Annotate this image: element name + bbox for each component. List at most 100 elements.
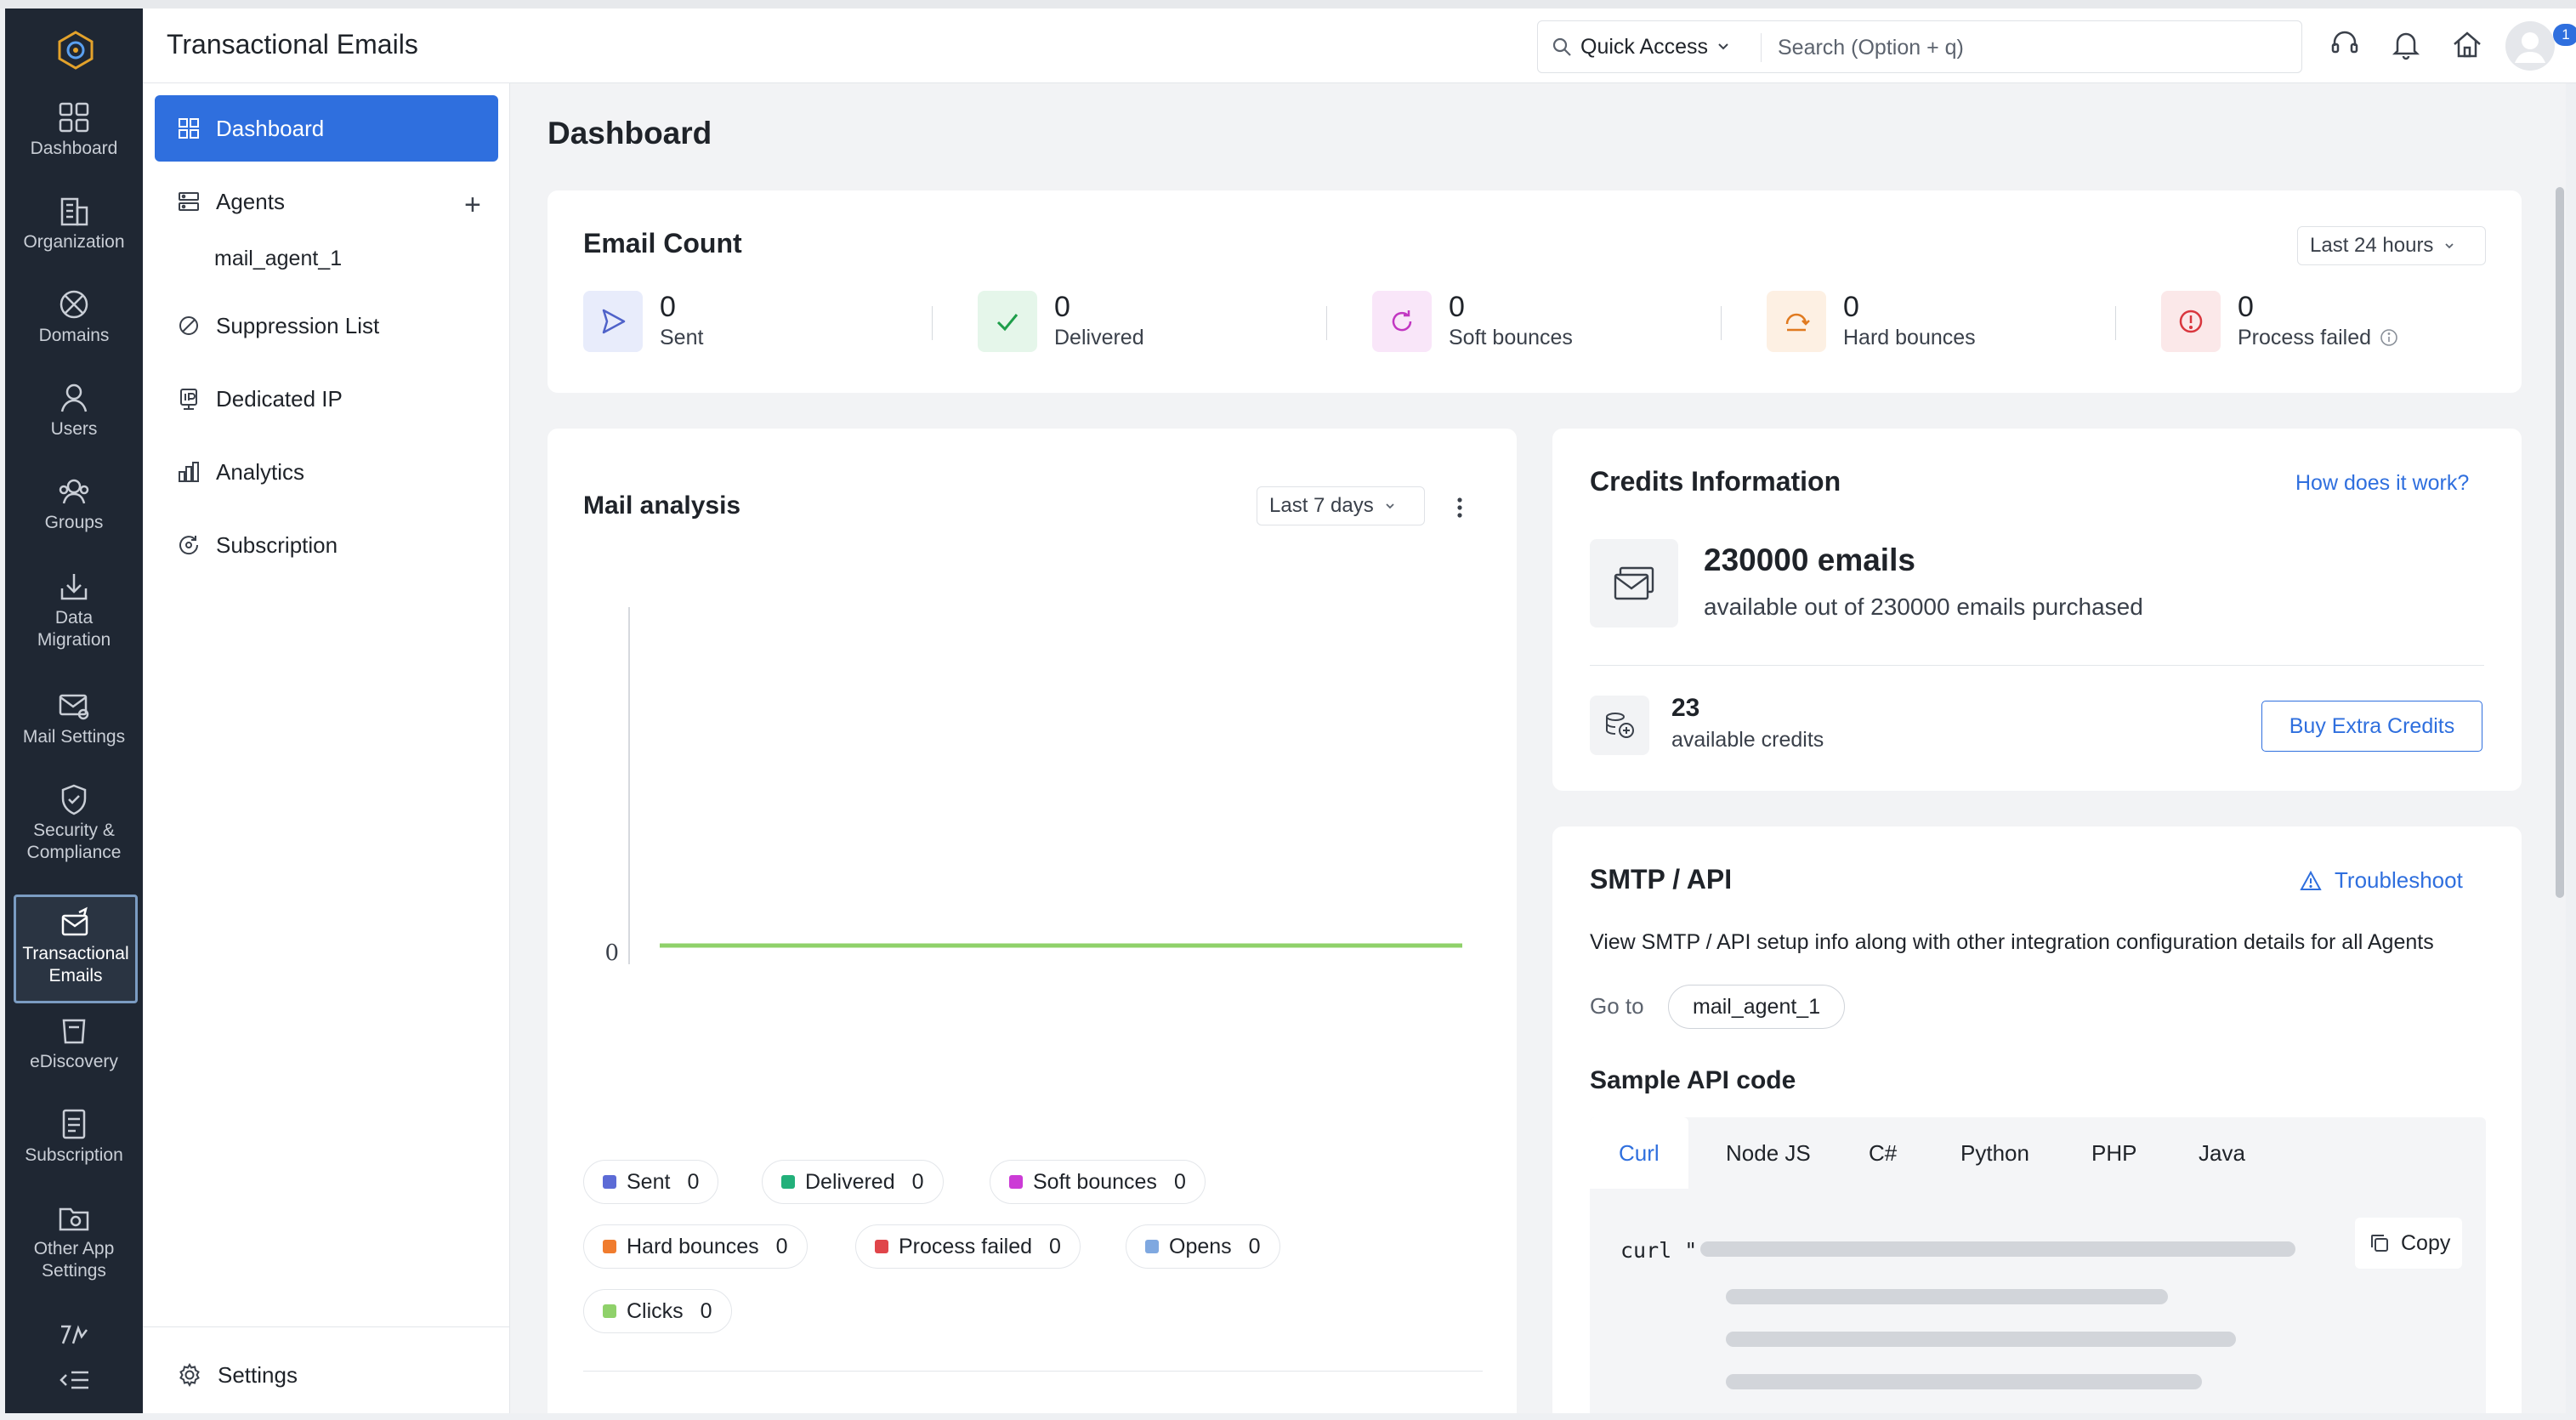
rail-item-other-app-settings[interactable]: Other App Settings xyxy=(5,1201,143,1303)
subnav-settings[interactable]: Settings xyxy=(155,1342,498,1408)
stat-soft-bounces: 0 Soft bounces xyxy=(1372,291,1573,355)
rail-item-domains[interactable]: Domains xyxy=(5,287,143,372)
x-tick-label: 01:59 PM xyxy=(878,962,979,964)
main-scrollbar[interactable] xyxy=(2556,187,2564,898)
rail-item-security[interactable]: Security & Compliance xyxy=(5,782,143,884)
tab-python[interactable]: Python xyxy=(1960,1117,2029,1189)
stat-label: Sent xyxy=(660,326,704,349)
subnav-suppression-list[interactable]: Suppression List xyxy=(155,293,498,359)
rail-item-organization[interactable]: Organization xyxy=(5,194,143,279)
rail-label: Organization xyxy=(23,232,125,252)
tab-nodejs[interactable]: Node JS xyxy=(1726,1117,1811,1189)
rail-item-subscription[interactable]: Subscription xyxy=(5,1107,143,1192)
x-tick-label: 01:59 PM xyxy=(1236,962,1336,964)
legend-name: Process failed xyxy=(899,1234,1033,1258)
redacted-code xyxy=(1726,1332,2236,1347)
mail-analysis-range-dropdown[interactable]: Last 7 days xyxy=(1257,486,1425,525)
redacted-code xyxy=(1700,1241,2295,1257)
troubleshoot-link[interactable]: Troubleshoot xyxy=(2299,867,2463,894)
subnav-dashboard[interactable]: Dashboard xyxy=(155,95,498,162)
legend-opens[interactable]: Opens 0 xyxy=(1126,1224,1280,1269)
app-logo-icon[interactable] xyxy=(56,31,95,70)
emails-available-sub: available out of 230000 emails purchased xyxy=(1704,594,2143,620)
subscription-icon xyxy=(179,536,199,555)
rail-item-transactional-emails[interactable]: Transactional Emails xyxy=(14,895,138,1003)
legend-hard-bounces[interactable]: Hard bounces 0 xyxy=(583,1224,808,1269)
range-label: Last 7 days xyxy=(1269,494,1374,517)
send-icon xyxy=(583,291,643,352)
section-sidebar: Dashboard Agents + mail_agent_1 Suppress… xyxy=(143,83,510,1413)
rail-item-ediscovery[interactable]: eDiscovery xyxy=(5,1014,143,1099)
collapse-rail-icon[interactable] xyxy=(58,1367,92,1393)
legend-delivered[interactable]: Delivered 0 xyxy=(762,1160,944,1204)
legend-clicks[interactable]: Clicks 0 xyxy=(583,1289,732,1333)
info-icon[interactable] xyxy=(2380,328,2398,347)
legend-name: Clicks xyxy=(627,1298,684,1323)
stat-value: 0 xyxy=(2238,291,2254,323)
subnav-agents[interactable]: Agents xyxy=(155,168,498,235)
legend-swatch xyxy=(603,1175,616,1189)
rail-label: Transactional Emails xyxy=(22,944,129,985)
quick-access-dropdown[interactable]: Quick Access xyxy=(1552,21,1730,72)
email-count-card: Email Count Last 24 hours 0 Sent 0 Deliv… xyxy=(548,190,2522,393)
home-icon[interactable] xyxy=(2450,27,2484,61)
app-title: Transactional Emails xyxy=(167,29,418,60)
rail-item-groups[interactable]: Groups xyxy=(5,474,143,559)
stat-value: 0 xyxy=(1843,291,1859,323)
legend-swatch xyxy=(1009,1175,1023,1189)
subnav-dedicated-ip[interactable]: Dedicated IP xyxy=(155,366,498,432)
goto-agent-chip[interactable]: mail_agent_1 xyxy=(1668,985,1846,1029)
tab-java[interactable]: Java xyxy=(2199,1117,2245,1189)
tab-csharp[interactable]: C# xyxy=(1869,1117,1897,1189)
subnav-subscription[interactable]: Subscription xyxy=(155,512,498,578)
chevron-down-icon xyxy=(2445,243,2454,249)
search-input[interactable]: Search (Option + q) xyxy=(1778,36,1964,60)
window-top-strip xyxy=(0,0,2576,9)
subnav-label: Dashboard xyxy=(216,115,325,141)
buy-extra-credits-button[interactable]: Buy Extra Credits xyxy=(2261,701,2482,752)
email-count-range-dropdown[interactable]: Last 24 hours xyxy=(2297,226,2486,265)
legend-process-failed[interactable]: Process failed 0 xyxy=(855,1224,1081,1269)
rail-item-users[interactable]: Users xyxy=(5,381,143,466)
stat-process-failed: 0 Process failed xyxy=(2161,291,2398,355)
search-box[interactable]: Quick Access Search (Option + q) xyxy=(1537,20,2302,73)
server-icon xyxy=(179,192,199,211)
subnav-label: Suppression List xyxy=(216,312,380,338)
main-content: Dashboard Email Count Last 24 hours 0 Se… xyxy=(510,83,2566,1413)
tab-php[interactable]: PHP xyxy=(2091,1117,2136,1189)
more-options-icon[interactable] xyxy=(1449,495,1471,520)
rail-item-data-migration[interactable]: Data Migration xyxy=(5,570,143,672)
rail-item-dashboard[interactable]: Dashboard xyxy=(5,100,143,185)
legend-soft-bounces[interactable]: Soft bounces 0 xyxy=(990,1160,1206,1204)
chevron-down-icon xyxy=(1386,503,1394,509)
stat-label: Process failed xyxy=(2238,326,2372,349)
legend-name: Sent xyxy=(627,1169,671,1194)
credits-card: Credits Information How does it work? 23… xyxy=(1552,429,2522,791)
envelope-stack-icon xyxy=(1590,539,1678,628)
tab-curl[interactable]: Curl xyxy=(1590,1117,1688,1189)
chevron-down-icon xyxy=(1718,43,1728,50)
smtp-description: View SMTP / API setup info along with ot… xyxy=(1590,930,2434,954)
rail-label: Domains xyxy=(38,326,110,345)
copy-code-button[interactable]: Copy xyxy=(2355,1218,2462,1269)
rail-item-mail-settings[interactable]: Mail Settings xyxy=(5,689,143,774)
legend-name: Hard bounces xyxy=(627,1234,759,1258)
user-icon xyxy=(60,383,88,412)
x-tick-label: 01:59 PM xyxy=(758,962,859,964)
subnav-label: Dedicated IP xyxy=(216,385,343,412)
subnav-analytics[interactable]: Analytics xyxy=(155,439,498,505)
legend-sent[interactable]: Sent 0 xyxy=(583,1160,719,1204)
dashboard-icon xyxy=(179,118,199,139)
headset-icon[interactable] xyxy=(2328,27,2362,61)
legend-value: 0 xyxy=(1173,1169,1186,1194)
rail-label: Security & Compliance xyxy=(26,821,122,862)
stat-label: Delivered xyxy=(1054,326,1144,349)
subnav-agent-item[interactable]: mail_agent_1 xyxy=(214,247,342,271)
how-it-works-link[interactable]: How does it work? xyxy=(2295,471,2469,496)
walkthrough-icon[interactable] xyxy=(58,1318,92,1347)
add-agent-button[interactable]: + xyxy=(464,190,481,219)
sidebar-divider xyxy=(143,1326,510,1327)
stat-divider xyxy=(932,306,933,340)
bell-icon[interactable] xyxy=(2389,27,2423,61)
avatar[interactable] xyxy=(2505,20,2556,71)
